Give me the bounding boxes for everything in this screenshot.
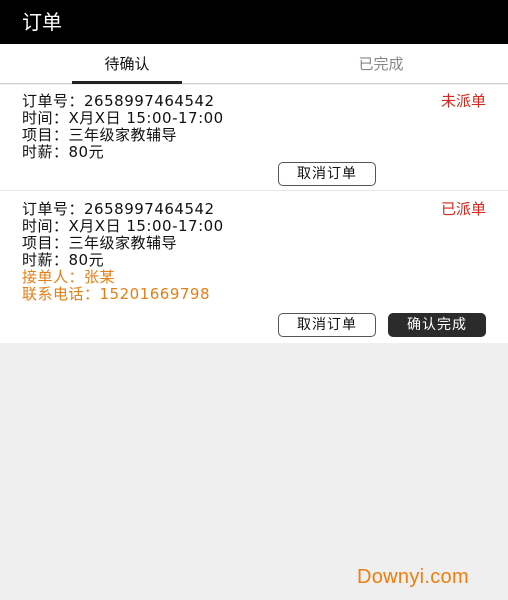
time-value: X月X日 15:00-17:00 [68, 217, 224, 235]
confirm-complete-button[interactable]: 确认完成 [388, 313, 486, 337]
active-tab-indicator [72, 81, 182, 84]
item-value: 三年级家教辅导 [68, 234, 178, 252]
order-card: 订单号：2658997464542 未派单 时间：X月X日 15:00-17:0… [0, 85, 508, 191]
tab-bar: 待确认 已完成 [0, 44, 508, 84]
phone-label: 联系电话： [22, 285, 100, 303]
phone-value[interactable]: 15201669798 [100, 285, 210, 303]
pay-value: 80元 [68, 143, 105, 161]
time-label: 时间： [22, 217, 69, 235]
order-number-row: 订单号：2658997464542 [22, 93, 215, 110]
watermark-logo: Downyi.com [357, 566, 469, 588]
time-row: 时间：X月X日 15:00-17:00 [22, 110, 224, 127]
pay-value: 80元 [68, 251, 105, 269]
order-card: 订单号：2658997464542 已派单 时间：X月X日 15:00-17:0… [0, 192, 508, 343]
pay-label: 时薪： [22, 143, 69, 161]
time-label: 时间： [22, 109, 69, 127]
pay-row: 时薪：80元 [22, 144, 104, 161]
pay-label: 时薪： [22, 251, 69, 269]
item-row: 项目：三年级家教辅导 [22, 235, 177, 252]
status-badge: 已派单 [440, 200, 486, 218]
cancel-order-button[interactable]: 取消订单 [278, 162, 376, 186]
time-row: 时间：X月X日 15:00-17:00 [22, 218, 224, 235]
taker-value: 张某 [84, 268, 116, 286]
taker-row: 接单人：张某 [22, 269, 115, 286]
status-badge: 未派单 [440, 92, 486, 110]
cancel-order-button[interactable]: 取消订单 [278, 313, 376, 337]
tab-completed[interactable]: 已完成 [254, 44, 508, 84]
order-number-value: 2658997464542 [84, 200, 215, 218]
item-value: 三年级家教辅导 [68, 126, 178, 144]
item-label: 项目： [22, 234, 69, 252]
order-number-row: 订单号：2658997464542 [22, 201, 215, 218]
order-number-label: 订单号： [22, 200, 85, 218]
tab-pending[interactable]: 待确认 [0, 44, 254, 84]
pay-row: 时薪：80元 [22, 252, 104, 269]
item-label: 项目： [22, 126, 69, 144]
order-number-label: 订单号： [22, 92, 85, 110]
time-value: X月X日 15:00-17:00 [68, 109, 224, 127]
item-row: 项目：三年级家教辅导 [22, 127, 177, 144]
order-list: 订单号：2658997464542 未派单 时间：X月X日 15:00-17:0… [0, 85, 508, 343]
phone-row: 联系电话：15201669798 [22, 286, 210, 303]
order-number-value: 2658997464542 [84, 92, 215, 110]
taker-label: 接单人： [22, 268, 85, 286]
page-title: 订单 [22, 10, 62, 34]
app-header: 订单 [0, 0, 508, 44]
